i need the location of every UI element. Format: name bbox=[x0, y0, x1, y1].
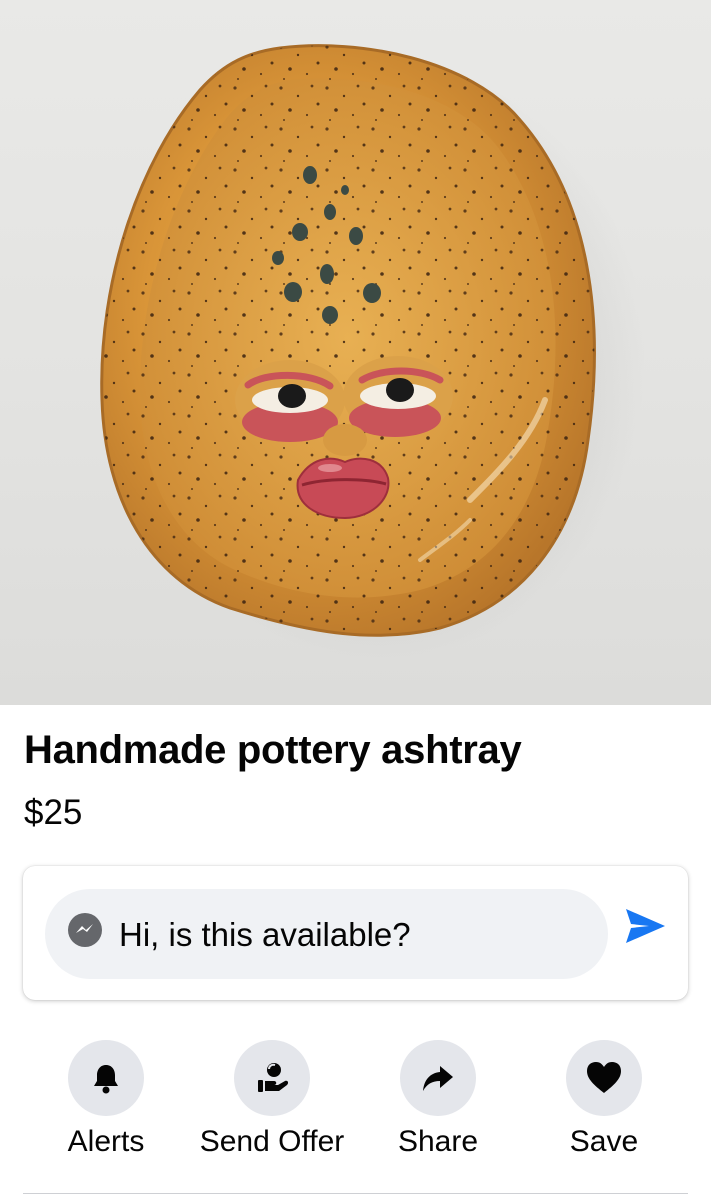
alerts-icon-circle bbox=[68, 1040, 144, 1116]
ashtray-image bbox=[100, 44, 645, 660]
product-photo[interactable] bbox=[0, 0, 711, 705]
send-icon[interactable] bbox=[623, 904, 667, 948]
listing-price: $25 bbox=[24, 793, 83, 832]
divider bbox=[23, 1193, 688, 1194]
share-button[interactable]: Share bbox=[353, 1035, 523, 1175]
offer-hand-icon bbox=[258, 1063, 289, 1092]
share-icon-circle bbox=[400, 1040, 476, 1116]
alerts-label: Alerts bbox=[67, 1125, 145, 1158]
save-label: Save bbox=[569, 1125, 639, 1158]
save-icon-circle bbox=[566, 1040, 642, 1116]
send-offer-button[interactable]: Send Offer bbox=[187, 1035, 357, 1175]
message-seller-card: Hi, is this available? bbox=[23, 866, 688, 1000]
action-bar: Alerts Send Offer Share Save bbox=[0, 1035, 711, 1175]
messenger-icon bbox=[68, 913, 102, 947]
bell-icon bbox=[94, 1065, 118, 1094]
heart-icon bbox=[587, 1062, 621, 1093]
share-arrow-icon bbox=[423, 1066, 453, 1091]
alerts-button[interactable]: Alerts bbox=[21, 1035, 191, 1175]
save-button[interactable]: Save bbox=[519, 1035, 689, 1175]
share-label: Share bbox=[397, 1125, 479, 1158]
send-offer-icon-circle bbox=[234, 1040, 310, 1116]
listing-title: Handmade pottery ashtray bbox=[24, 728, 522, 772]
send-offer-label: Send Offer bbox=[199, 1125, 345, 1158]
message-input[interactable]: Hi, is this available? bbox=[45, 889, 608, 979]
message-text[interactable]: Hi, is this available? bbox=[119, 916, 411, 954]
